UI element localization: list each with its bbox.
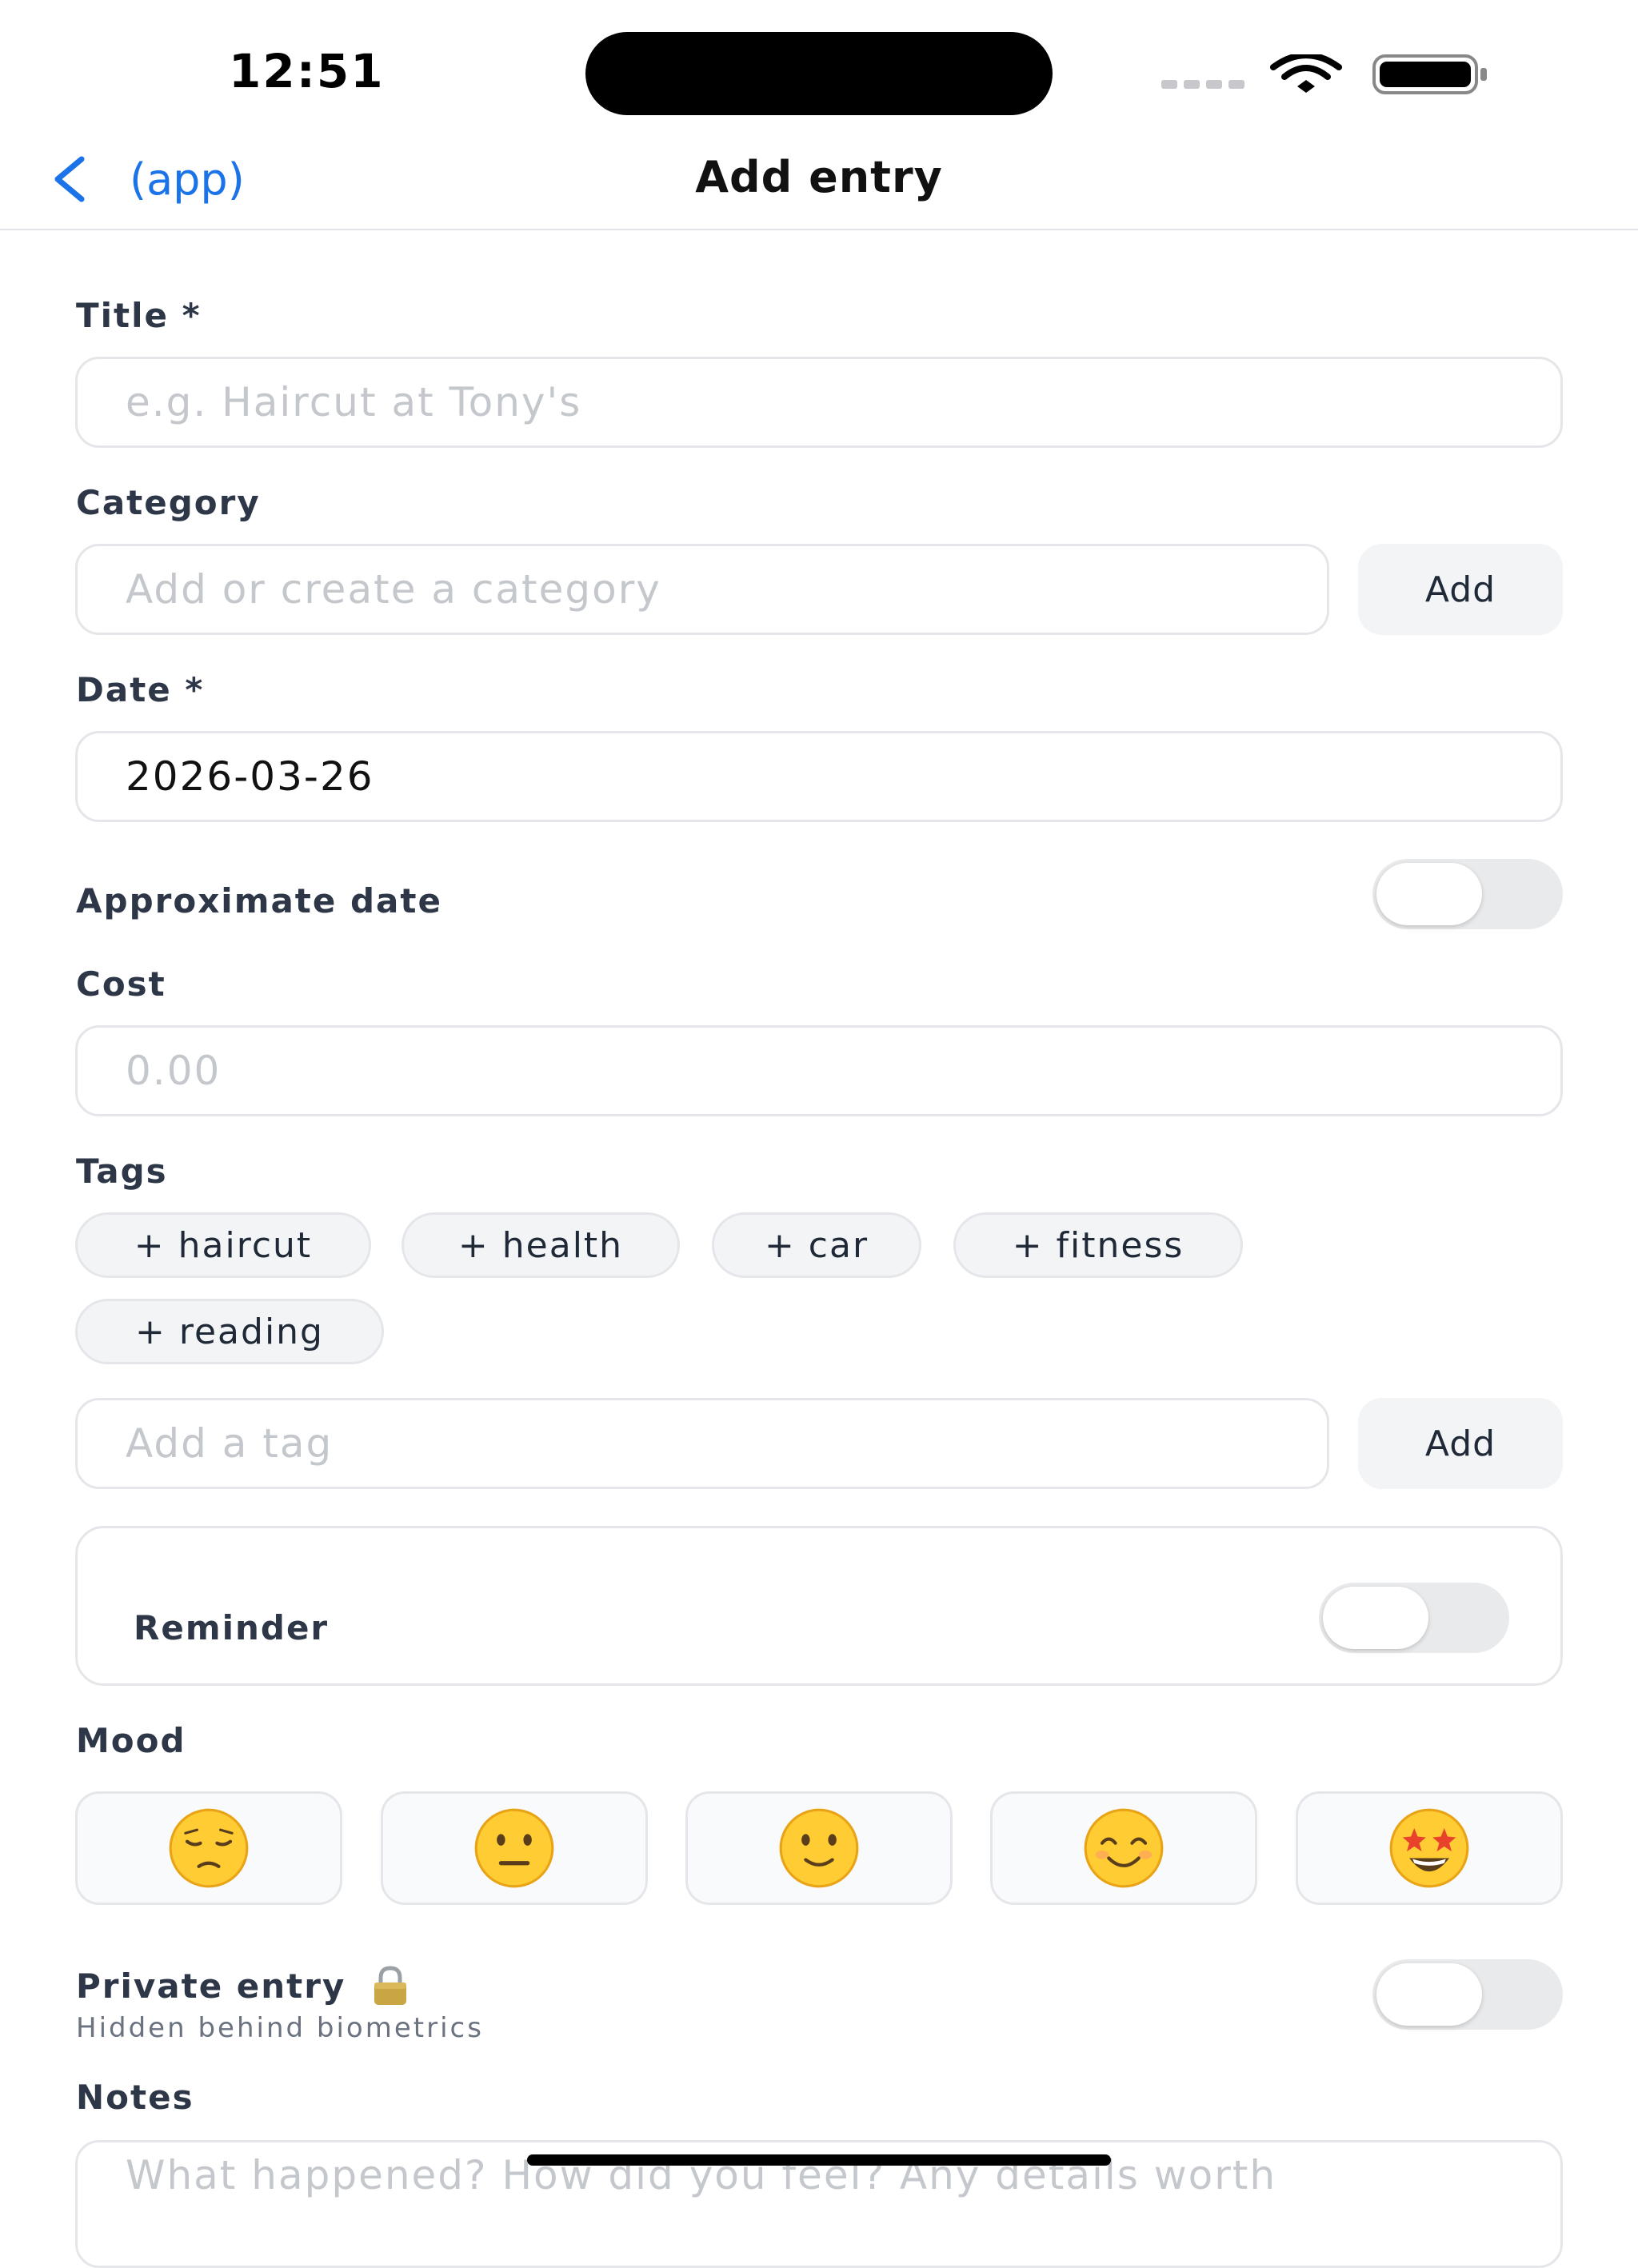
cellular-signal-icon (1161, 80, 1244, 91)
star-struck-face-icon (1389, 1808, 1469, 1888)
dynamic-island (585, 32, 1053, 115)
mood-option-star-struck[interactable] (1296, 1791, 1563, 1905)
reminder-label: Reminder (134, 1608, 330, 1647)
tag-suggestion-health[interactable]: + health (402, 1212, 680, 1278)
home-indicator[interactable] (527, 2154, 1111, 2166)
date-label: Date * (76, 670, 205, 709)
slightly-smiling-face-icon (779, 1808, 859, 1888)
approximate-date-toggle[interactable] (1372, 859, 1563, 929)
mood-option-pensive[interactable] (75, 1791, 342, 1905)
status-bar: 12:51 (0, 0, 1638, 136)
cost-label: Cost (76, 964, 166, 1004)
title-label: Title * (76, 296, 202, 335)
tag-suggestion-car[interactable]: + car (712, 1212, 921, 1278)
lock-icon (374, 1966, 407, 2005)
add-category-button[interactable]: Add (1358, 544, 1563, 635)
private-entry-label: Private entry (76, 1966, 346, 2006)
reminder-card: Reminder (75, 1526, 1563, 1686)
wifi-icon (1270, 54, 1342, 93)
mood-label: Mood (76, 1721, 186, 1760)
mood-option-smiling[interactable] (990, 1791, 1257, 1905)
private-entry-toggle[interactable] (1372, 1959, 1563, 2030)
battery-icon (1372, 54, 1487, 94)
title-input[interactable] (75, 357, 1563, 448)
tag-suggestion-reading[interactable]: + reading (75, 1299, 384, 1364)
pensive-face-icon (169, 1808, 249, 1888)
toggle-knob (1376, 1963, 1482, 2026)
mood-option-neutral[interactable] (381, 1791, 648, 1905)
category-input[interactable] (75, 544, 1329, 635)
mood-option-slightly-smiling[interactable] (685, 1791, 953, 1905)
toggle-knob (1323, 1587, 1428, 1649)
category-label: Category (76, 483, 261, 522)
navigation-bar: (app) Add entry (0, 136, 1638, 230)
cost-input[interactable] (75, 1025, 1563, 1116)
date-input[interactable] (75, 731, 1563, 822)
smiling-face-icon (1084, 1808, 1164, 1888)
approximate-date-label: Approximate date (76, 881, 442, 920)
add-tag-button[interactable]: Add (1358, 1398, 1563, 1489)
neutral-face-icon (474, 1808, 554, 1888)
private-entry-description: Hidden behind biometrics (76, 2012, 484, 2044)
page-title: Add entry (695, 152, 943, 202)
tag-suggestion-haircut[interactable]: + haircut (75, 1212, 371, 1278)
status-time: 12:51 (229, 44, 385, 98)
reminder-toggle[interactable] (1319, 1583, 1509, 1653)
tag-suggestion-fitness[interactable]: + fitness (953, 1212, 1243, 1278)
tags-label: Tags (76, 1152, 168, 1191)
tag-input[interactable] (75, 1398, 1329, 1489)
notes-label: Notes (76, 2078, 194, 2117)
toggle-knob (1376, 863, 1482, 925)
private-entry-row: Private entry (76, 1963, 413, 2008)
